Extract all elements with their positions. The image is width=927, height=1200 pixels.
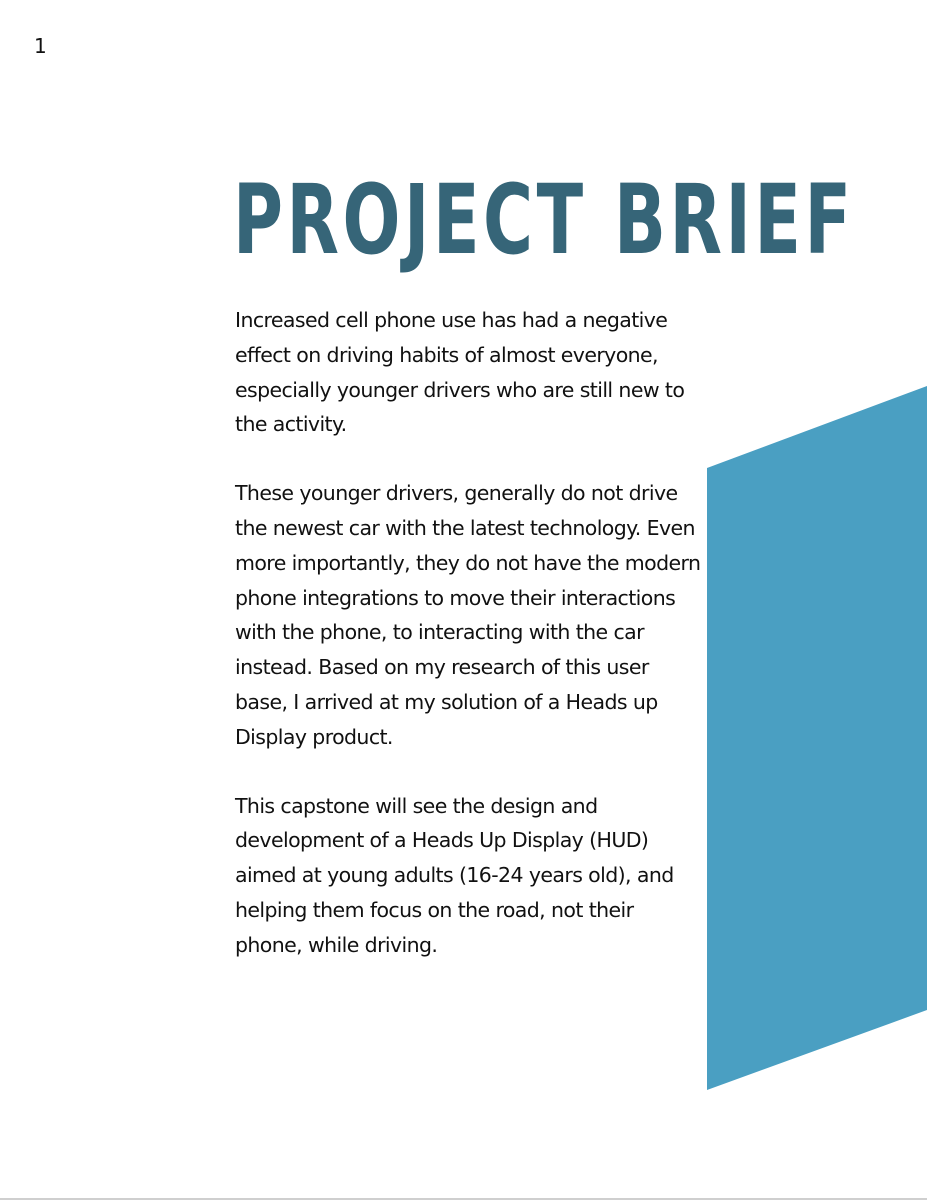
paragraph-1: Increased cell phone use has had a negat… bbox=[235, 308, 685, 437]
accent-parallelogram-shape bbox=[707, 386, 927, 1090]
paragraph-2: These younger drivers, generally do not … bbox=[235, 481, 701, 749]
page-title: PROJECT BRIEF bbox=[233, 164, 855, 276]
body-text: Increased cell phone use has had a negat… bbox=[235, 303, 705, 997]
paragraph-3: This capstone will see the design and de… bbox=[235, 793, 674, 957]
